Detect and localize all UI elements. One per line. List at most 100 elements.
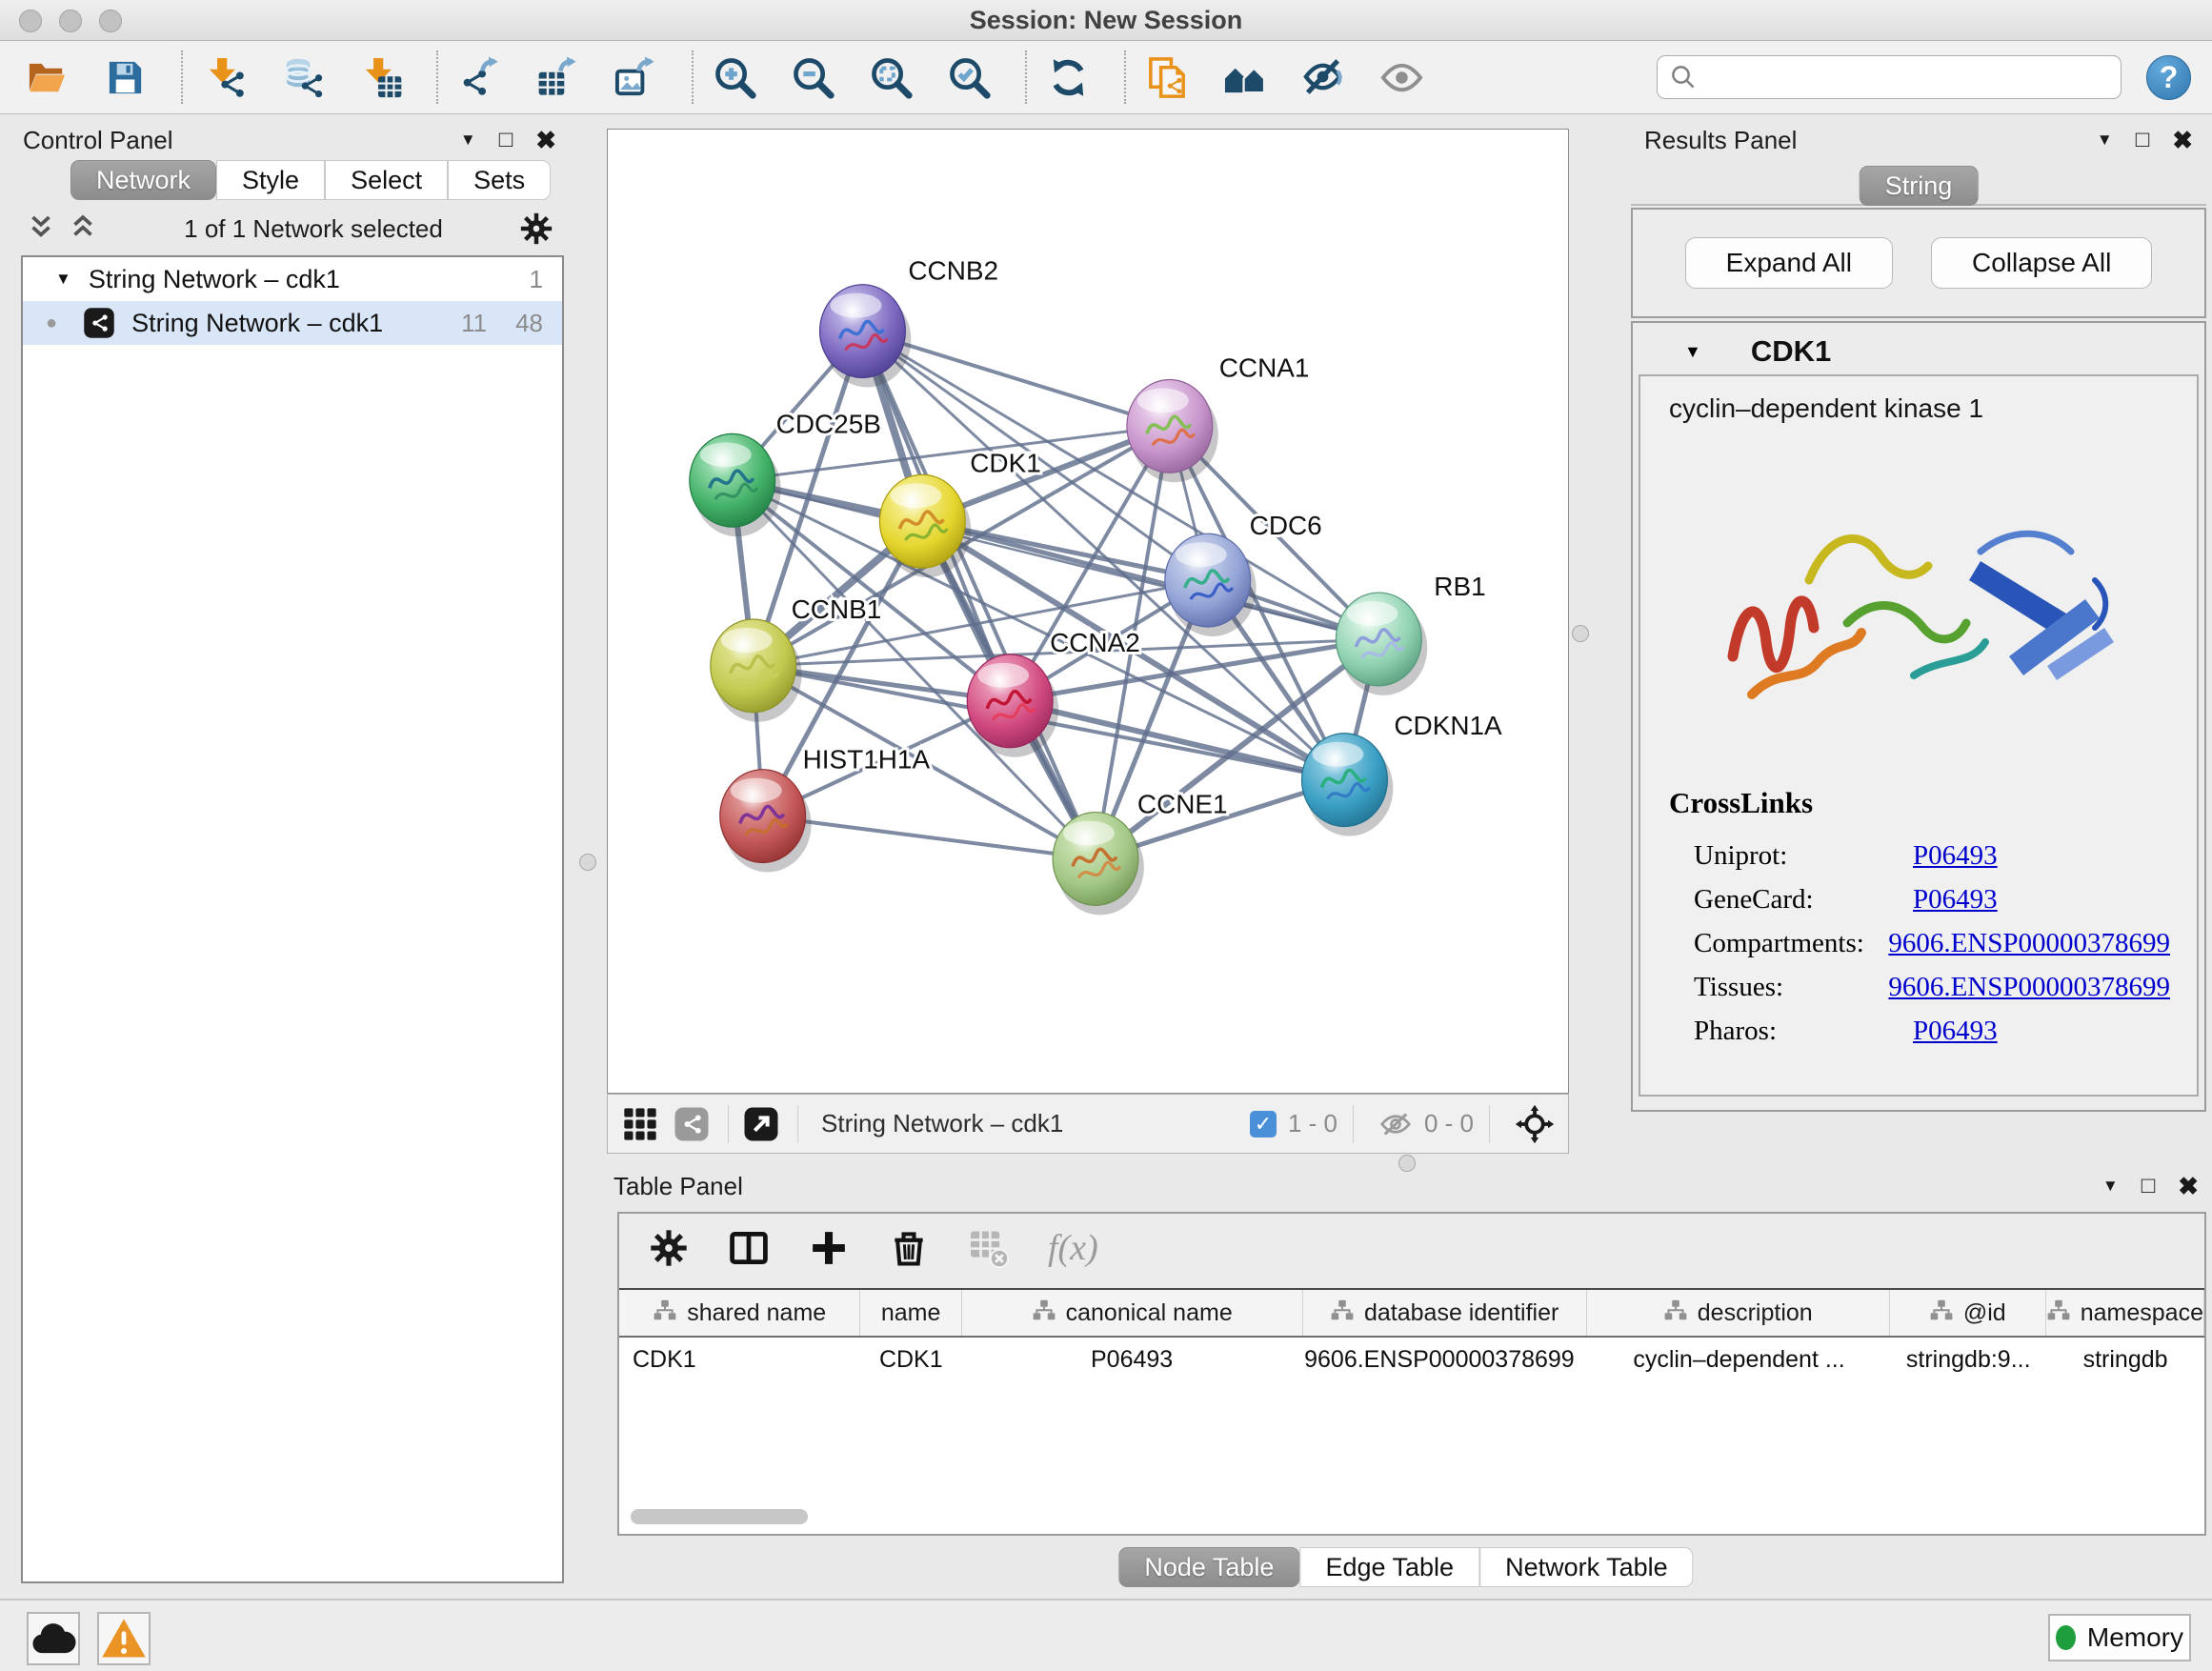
tab-select[interactable]: Select — [325, 160, 448, 200]
gene-expand-icon[interactable]: ▼ — [1684, 342, 1701, 362]
node-label-CDK1: CDK1 — [970, 448, 1041, 477]
tab-sets[interactable]: Sets — [448, 160, 551, 200]
new-network-from-selection-button[interactable] — [1141, 50, 1193, 104]
tab-style[interactable]: Style — [216, 160, 325, 200]
cloud-status-icon[interactable] — [27, 1612, 80, 1665]
export-table-button[interactable] — [532, 50, 583, 104]
expand-all-button[interactable]: Expand All — [1685, 237, 1893, 289]
gene-name: CDK1 — [1751, 334, 1831, 369]
panel-float-icon[interactable]: □ — [2142, 1173, 2156, 1199]
gene-section-header[interactable]: ▼ CDK1 — [1639, 329, 2199, 374]
first-neighbors-button[interactable] — [1219, 50, 1271, 104]
show-columns-icon[interactable] — [728, 1227, 770, 1269]
panel-float-icon[interactable]: □ — [499, 127, 513, 153]
node-label-CCNA2: CCNA2 — [1050, 628, 1140, 657]
crosslink-row: Uniprot:P06493 — [1667, 834, 2170, 877]
table-horizontal-scrollbar[interactable] — [631, 1509, 2193, 1524]
import-network-database-button[interactable] — [276, 50, 328, 104]
table-header-row: shared namenamecanonical namedatabase id… — [619, 1290, 2204, 1338]
panel-menu-icon[interactable]: ▼ — [2102, 1177, 2119, 1196]
network-collection-row[interactable]: ▼ String Network – cdk1 1 — [23, 257, 562, 301]
network-options-gear-icon[interactable] — [518, 211, 554, 247]
import-network-file-button[interactable] — [198, 50, 250, 104]
column-header-@id[interactable]: @id — [1890, 1290, 2046, 1336]
warning-status-icon[interactable] — [97, 1612, 151, 1665]
minimize-window-icon[interactable] — [59, 10, 82, 32]
save-session-button[interactable] — [99, 50, 151, 104]
show-all-button[interactable] — [1376, 50, 1427, 104]
tab-network-table[interactable]: Network Table — [1479, 1547, 1694, 1587]
search-input[interactable] — [1705, 62, 2109, 93]
bottom-splitter-handle[interactable] — [1398, 1155, 1416, 1172]
column-header-name[interactable]: name — [860, 1290, 961, 1336]
export-image-button[interactable] — [610, 50, 661, 104]
node-HIST1H1A[interactable]: HIST1H1A — [720, 745, 931, 873]
panel-close-icon[interactable]: ✖ — [2172, 126, 2193, 155]
collapse-all-button[interactable]: Collapse All — [1931, 237, 2152, 289]
tab-edge-table[interactable]: Edge Table — [1299, 1547, 1479, 1587]
panel-menu-icon[interactable]: ▼ — [460, 131, 476, 150]
node-RB1[interactable]: RB1 — [1336, 572, 1485, 695]
detach-view-icon[interactable] — [742, 1105, 780, 1143]
network-row-selected[interactable]: ● String Network – cdk1 11 48 — [23, 301, 562, 345]
help-button[interactable]: ? — [2146, 55, 2191, 100]
maximize-window-icon[interactable] — [99, 10, 122, 32]
zoom-in-button[interactable] — [709, 50, 760, 104]
node-CCNB2[interactable]: CCNB2 — [820, 256, 999, 388]
import-table-file-button[interactable] — [354, 50, 406, 104]
edge-CCNA2-CDKN1A[interactable] — [1010, 701, 1344, 780]
tab-string[interactable]: String — [1860, 166, 1979, 206]
column-header-description[interactable]: description — [1587, 1290, 1890, 1336]
collapse-all-networks-icon[interactable] — [25, 212, 57, 245]
table-cell: 9606.ENSP00000378699 — [1302, 1338, 1588, 1381]
expand-all-networks-icon[interactable] — [67, 212, 99, 245]
search-box[interactable] — [1657, 55, 2122, 99]
table-settings-gear-icon[interactable] — [648, 1227, 690, 1269]
birds-eye-crosshair-icon[interactable] — [1515, 1104, 1555, 1144]
zoom-selected-button[interactable] — [943, 50, 995, 104]
export-network-button[interactable] — [453, 50, 505, 104]
edge-CCNB2-CCNE1[interactable] — [862, 332, 1096, 859]
right-splitter-handle[interactable] — [1572, 625, 1589, 642]
table-toolbar: f(x) — [619, 1214, 2204, 1282]
table-cell: CDK1 — [860, 1338, 961, 1381]
edge-HIST1H1A-CCNE1[interactable] — [763, 816, 1096, 859]
delete-column-icon[interactable] — [888, 1227, 930, 1269]
tab-network[interactable]: Network — [70, 160, 216, 200]
open-session-button[interactable] — [21, 50, 72, 104]
add-column-icon[interactable] — [808, 1227, 850, 1269]
column-header-namespace[interactable]: namespace — [2046, 1290, 2204, 1336]
tab-node-table[interactable]: Node Table — [1118, 1547, 1299, 1587]
tree-expand-icon[interactable]: ▼ — [55, 270, 71, 289]
left-splitter-handle[interactable] — [579, 854, 596, 871]
node-CCNB1[interactable]: CCNB1 — [711, 594, 882, 722]
network-view-canvas[interactable]: CCNB2CCNA1CDC25BCDK1CDC6RB1CCNB1CCNA2CDK… — [607, 129, 1569, 1094]
crosslink-link[interactable]: P06493 — [1913, 840, 1998, 872]
crosslink-link[interactable]: P06493 — [1913, 1016, 1998, 1047]
panel-close-icon[interactable]: ✖ — [2178, 1172, 2199, 1201]
zoom-fit-button[interactable] — [865, 50, 916, 104]
hidden-counts: 0 - 0 — [1424, 1109, 1474, 1138]
node-CCNE1[interactable]: CCNE1 — [1053, 790, 1228, 916]
close-window-icon[interactable] — [19, 10, 42, 32]
hide-selected-button[interactable] — [1297, 50, 1349, 104]
zoom-out-button[interactable] — [787, 50, 838, 104]
crosslink-link[interactable]: 9606.ENSP00000378699 — [1888, 928, 2170, 959]
apply-layout-button[interactable] — [1042, 50, 1094, 104]
crosslink-link[interactable]: P06493 — [1913, 884, 1998, 916]
network-row-label: String Network – cdk1 — [131, 309, 383, 338]
panel-float-icon[interactable]: □ — [2136, 127, 2150, 153]
panel-close-icon[interactable]: ✖ — [535, 126, 556, 155]
node-CCNA2[interactable]: CCNA2 — [967, 628, 1140, 757]
node-CCNA1[interactable]: CCNA1 — [1127, 352, 1310, 482]
column-header-database-identifier[interactable]: database identifier — [1303, 1290, 1587, 1336]
column-header-canonical-name[interactable]: canonical name — [962, 1290, 1303, 1336]
crosslink-link[interactable]: 9606.ENSP00000378699 — [1888, 972, 2170, 1003]
table-row[interactable]: CDK1CDK1P064939606.ENSP00000378699cyclin… — [619, 1338, 2204, 1381]
panel-menu-icon[interactable]: ▼ — [2097, 131, 2113, 150]
network-grid-icon[interactable] — [621, 1105, 659, 1143]
node-CDKN1A[interactable]: CDKN1A — [1302, 711, 1503, 836]
network-view-type-icon[interactable] — [673, 1105, 711, 1143]
column-header-shared-name[interactable]: shared name — [619, 1290, 860, 1336]
memory-button[interactable]: Memory — [2048, 1614, 2191, 1661]
